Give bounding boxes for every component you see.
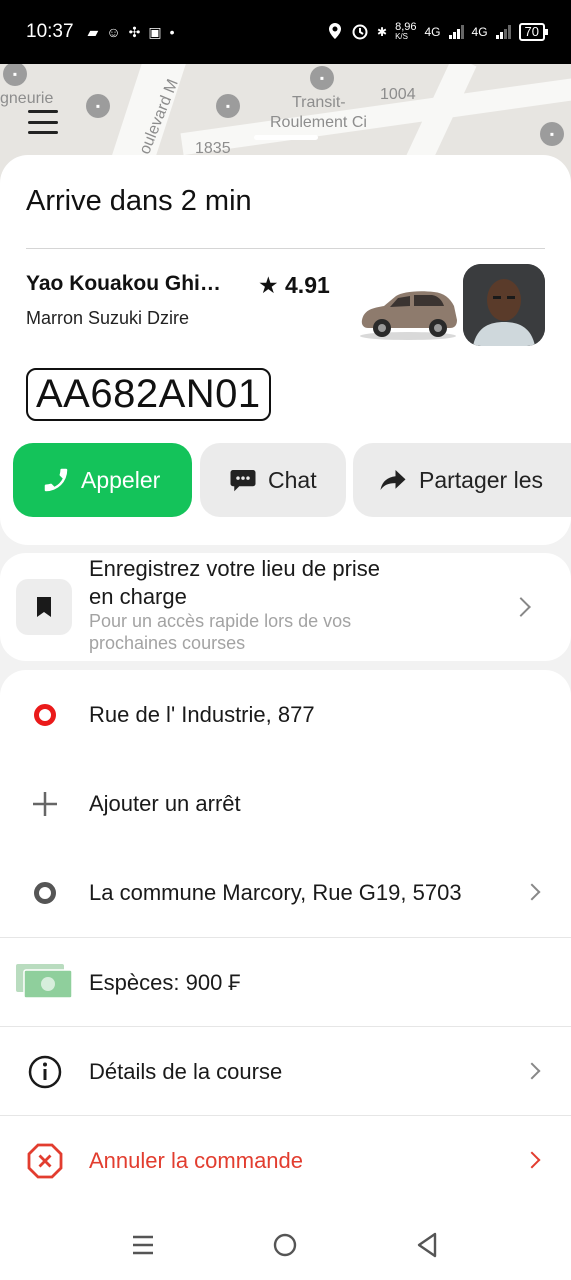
share-button[interactable]: Partager les <box>353 443 571 517</box>
map-label: Transit- <box>292 94 346 111</box>
android-icon: ▣ <box>148 23 162 40</box>
chat-button[interactable]: Chat <box>200 443 346 517</box>
app-notification-icon: ▰ <box>87 23 99 40</box>
pickup-dot-icon <box>26 696 64 734</box>
trip-status-card: Arrive dans 2 min Yao Kouakou Ghi… ★ 4.9… <box>0 155 571 545</box>
route-card: Rue de l' Industrie, 877 Ajouter un arrê… <box>0 670 571 1210</box>
trip-details-row[interactable]: Détails de la course <box>0 1027 571 1116</box>
eta-title: Arrive dans 2 min <box>26 185 252 217</box>
battery-icon: 70 <box>518 23 549 41</box>
chevron-right-icon <box>523 1151 541 1169</box>
destination-row[interactable]: La commune Marcory, Rue G19, 5703 <box>0 848 571 937</box>
add-stop-row[interactable]: Ajouter un arrêt <box>0 759 571 848</box>
location-icon <box>327 22 343 43</box>
action-buttons-row: Appeler Chat Partager les <box>13 443 571 517</box>
net-speed: 8,96 K/S <box>395 22 416 42</box>
home-icon[interactable] <box>270 1230 300 1260</box>
system-icons: ✱ 8,96 K/S 4G 4G 70 <box>327 22 549 43</box>
map-label: Roulement Ci <box>270 114 367 131</box>
license-plate: AA682AN01 <box>26 368 271 421</box>
share-label: Partager les <box>419 466 544 493</box>
payment-label: Espèces: 900 ₣ <box>89 970 241 995</box>
signal-2-bars-icon <box>495 25 511 39</box>
call-button[interactable]: Appeler <box>13 443 192 517</box>
hamburger-menu-icon[interactable] <box>28 110 58 134</box>
save-pickup-title: Enregistrez votre lieu de prise en charg… <box>89 556 381 609</box>
notification-icons: ▰ ☺ ✣ ▣ • <box>88 24 175 41</box>
car-icon <box>360 291 457 340</box>
destination-dot-icon <box>26 874 64 912</box>
map-label: gneurie <box>0 90 54 107</box>
chevron-right-icon <box>523 1062 541 1080</box>
payment-row[interactable]: Espèces: 900 ₣ <box>0 938 571 1027</box>
snapchat-icon: ☺ <box>106 24 121 40</box>
net-speed-unit: K/S <box>395 32 408 41</box>
cancel-octagon-icon <box>26 1142 64 1180</box>
destination-address: La commune Marcory, Rue G19, 5703 <box>89 880 462 905</box>
recent-apps-icon[interactable] <box>128 1230 158 1260</box>
signal-2-label: 4G <box>471 25 488 39</box>
status-bar: 10:37 ▰ ☺ ✣ ▣ • ✱ 8,96 K/S 4G 4G 70 <box>0 0 571 64</box>
car-poi-icon: ▪ <box>216 94 240 118</box>
add-stop-label: Ajouter un arrêt <box>89 791 241 816</box>
info-icon <box>26 1053 64 1091</box>
map-poi-icon: ▪ <box>3 64 27 86</box>
dot-icon: • <box>169 24 175 40</box>
plus-icon <box>26 785 64 823</box>
pickup-row[interactable]: Rue de l' Industrie, 877 <box>0 670 571 759</box>
chevron-right-icon <box>511 597 531 617</box>
cancel-order-label: Annuler la commande <box>89 1148 304 1173</box>
car-model: Marron Suzuki Dzire <box>26 308 190 328</box>
fan-icon: ✣ <box>128 23 141 40</box>
car-poi-icon: ▪ <box>540 122 564 146</box>
phone-icon <box>44 468 68 492</box>
chat-label: Chat <box>268 466 317 493</box>
pickup-address: Rue de l' Industrie, 877 <box>89 702 315 727</box>
call-label: Appeler <box>81 466 161 493</box>
signal-1-label: 4G <box>424 25 441 39</box>
chat-bubble-icon <box>230 470 256 492</box>
driver-name: Yao Kouakou Ghi… <box>26 272 221 295</box>
signal-1-bars-icon <box>448 25 464 39</box>
sheet-drag-handle[interactable] <box>254 135 318 140</box>
save-pickup-subtitle: Pour un accès rapide lors de vos prochai… <box>89 611 352 653</box>
save-pickup-card[interactable]: Enregistrez votre lieu de prise en charg… <box>0 553 571 661</box>
car-poi-icon: ▪ <box>310 66 334 90</box>
system-nav-bar <box>0 1210 571 1280</box>
cash-icon <box>14 962 74 1000</box>
map-road <box>180 74 571 156</box>
driver-rating: ★ 4.91 <box>258 272 330 298</box>
back-icon[interactable] <box>412 1230 442 1260</box>
net-speed-value: 8,96 <box>395 21 417 33</box>
shop-poi-icon: ▪ <box>86 94 110 118</box>
divider <box>26 248 545 249</box>
bookmark-icon <box>16 579 72 635</box>
map-label: 1004 <box>380 86 416 103</box>
share-arrow-icon <box>380 470 406 490</box>
clock: 10:37 <box>26 21 74 42</box>
chevron-right-icon <box>523 883 541 901</box>
alarm-icon <box>351 22 369 43</box>
trip-details-label: Détails de la course <box>89 1059 283 1084</box>
cancel-order-row[interactable]: Annuler la commande <box>0 1116 571 1205</box>
bluetooth-icon: ✱ <box>377 25 388 39</box>
driver-avatar[interactable] <box>463 264 545 346</box>
